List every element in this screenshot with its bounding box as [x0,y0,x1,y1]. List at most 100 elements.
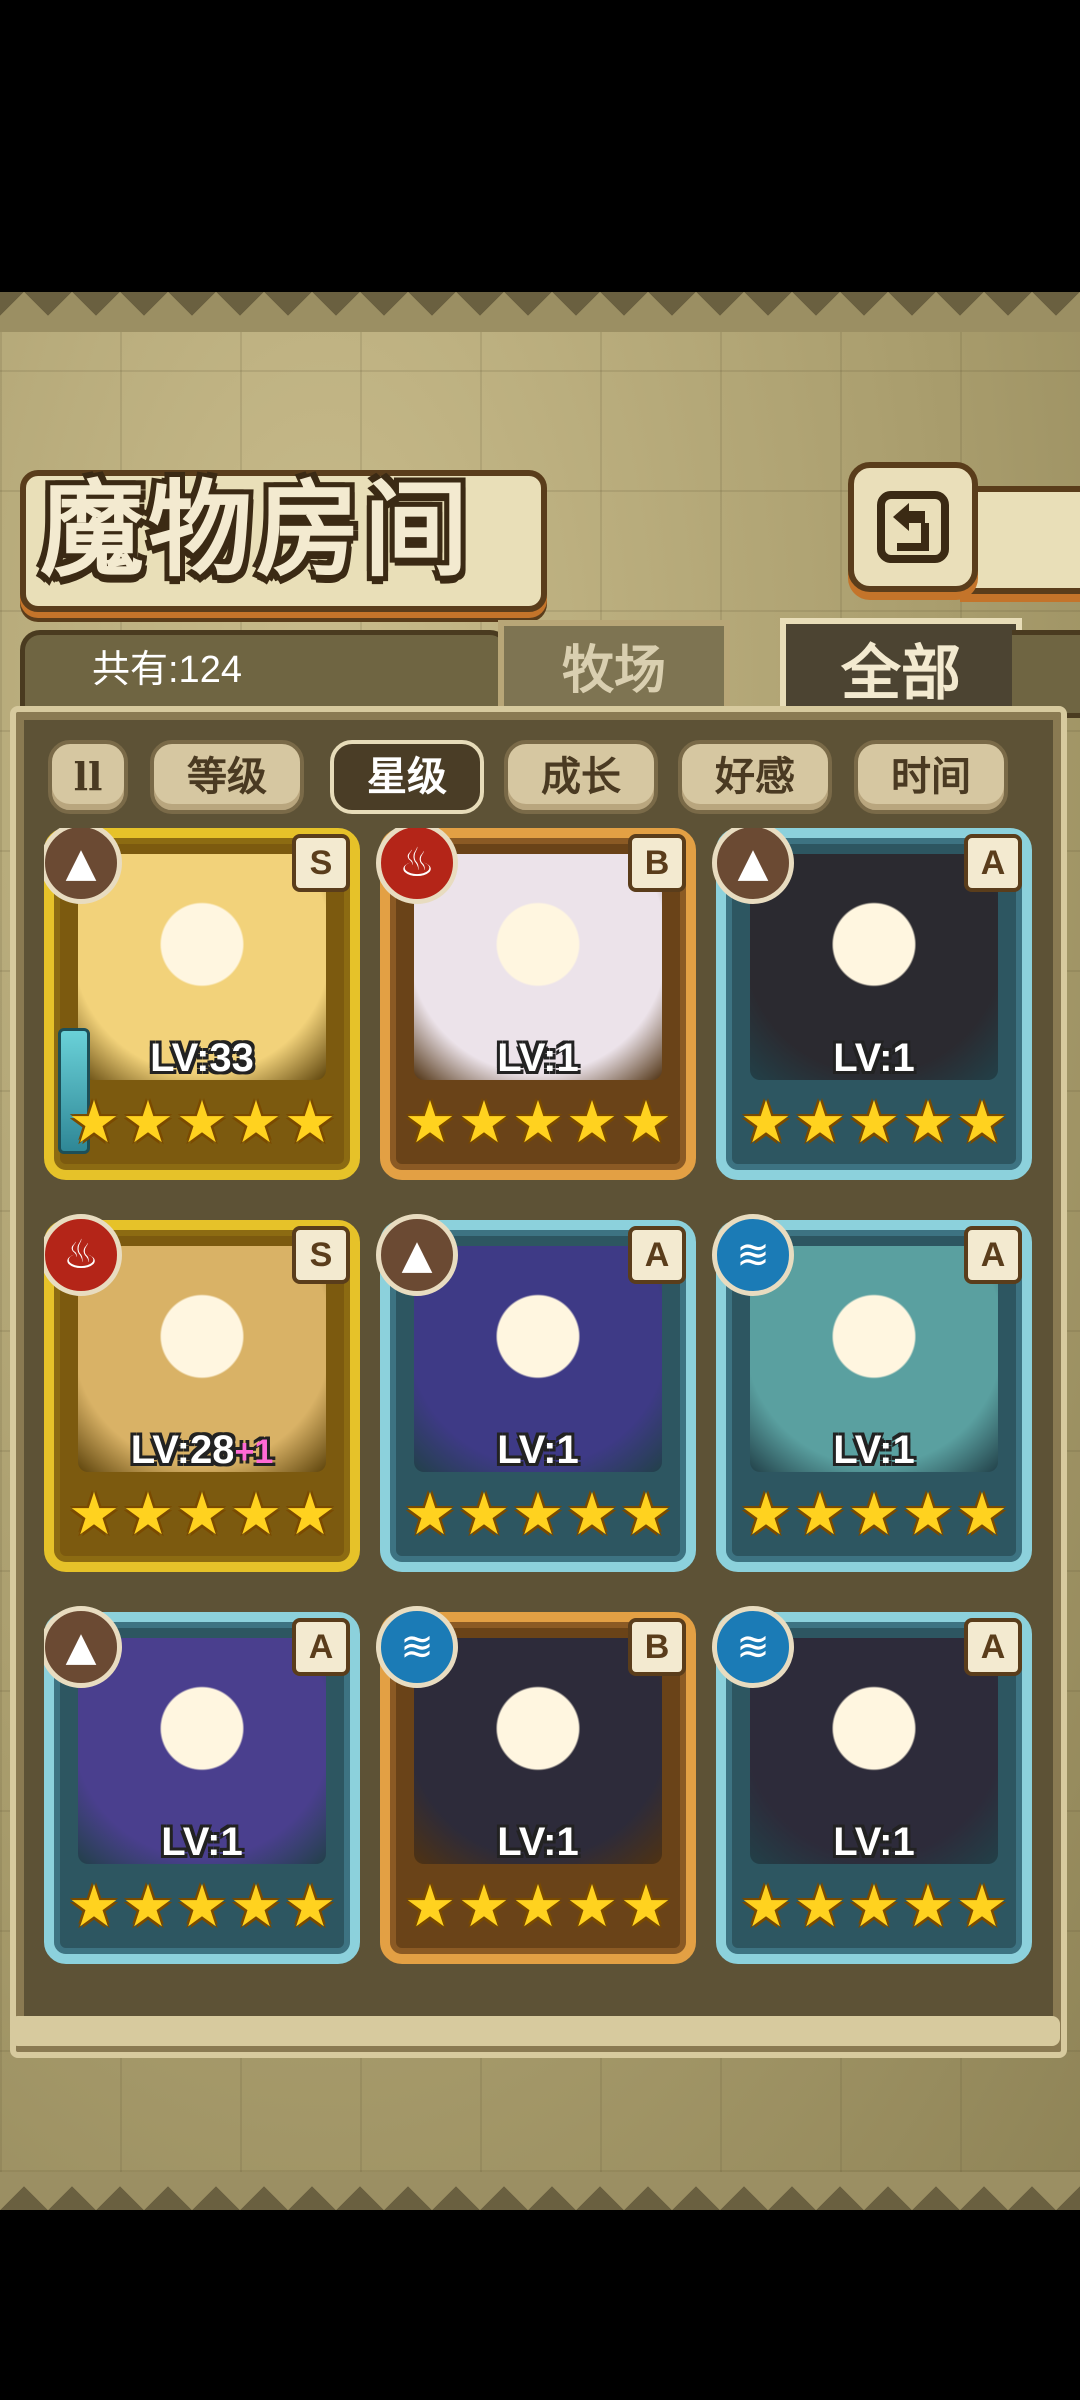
star-icon: ★ [122,1872,174,1940]
star-icon: ★ [512,1872,564,1940]
mountain-icon: ▲ [376,1214,458,1296]
monster-count: 共有:124 [92,649,242,691]
star-icon: ★ [620,1480,672,1548]
sort-order-icon: ll [73,754,103,799]
star-icon: ★ [512,1088,564,1156]
star-icon: ★ [284,1480,336,1548]
jagged-bottom-border [0,2162,1080,2210]
water-wave-icon: ≋ [712,1214,794,1296]
monster-card[interactable]: ▲ A LV:1 ★ ★ ★ ★ ★ [376,1214,696,1572]
star-icon: ★ [902,1480,954,1548]
star-icon: ★ [956,1480,1008,1548]
filter-bar: ll 等级 星级 成长 好感 时间 [48,740,1018,814]
star-icon: ★ [566,1088,618,1156]
star-icon: ★ [620,1088,672,1156]
filter-level[interactable]: 等级 [150,740,304,814]
monster-card[interactable]: ≋ B LV:1 ★ ★ ★ ★ ★ [376,1606,696,1964]
star-icon: ★ [902,1088,954,1156]
level-value: LV:1 [497,1820,579,1864]
level-label: LV:1 [44,1820,360,1865]
star-icon: ★ [230,1480,282,1548]
level-value: LV:1 [833,1428,915,1472]
level-value: LV:33 [150,1036,254,1080]
water-wave-icon: ≋ [376,1606,458,1688]
star-icon: ★ [404,1480,456,1548]
star-icon: ★ [902,1872,954,1940]
star-icon: ★ [404,1088,456,1156]
monster-card[interactable]: ♨ B LV:1 ★ ★ ★ ★ ★ [376,828,696,1180]
star-icon: ★ [512,1480,564,1548]
star-icon: ★ [68,1480,120,1548]
level-value: LV:28 [130,1428,235,1472]
level-label: LV:1 [716,1036,1032,1081]
star-icon: ★ [566,1480,618,1548]
rank-badge: S [292,834,350,892]
star-icon: ★ [794,1480,846,1548]
star-icon: ★ [848,1088,900,1156]
panel-bottom-rail [10,2016,1060,2046]
rank-badge: A [964,1618,1022,1676]
count-bar-right [1012,630,1080,718]
filter-star[interactable]: 星级 [330,740,484,814]
monster-card[interactable]: ♨ S LV:28+1 ★ ★ ★ ★ ★ [44,1214,360,1572]
star-icon: ★ [740,1088,792,1156]
monster-card[interactable]: ≋ A LV:1 ★ ★ ★ ★ ★ [712,1606,1032,1964]
star-icon: ★ [566,1872,618,1940]
star-icon: ★ [794,1088,846,1156]
level-value: LV:1 [161,1820,243,1864]
rank-badge: A [292,1618,350,1676]
level-label: LV:1 [716,1428,1032,1473]
monster-grid: ▲ S LV:33 ★ ★ ★ ★ ★ ♨ B LV:1 ★ ★ ★ ★ ★ ▲ A LV:1 ★ ★ ★ ★ ★ ♨ S LV:2… [44,828,1040,2008]
filter-growth[interactable]: 成长 [504,740,658,814]
star-icon: ★ [230,1872,282,1940]
star-icon: ★ [284,1088,336,1156]
star-icon: ★ [740,1872,792,1940]
return-arrow-icon [877,491,949,563]
star-icon: ★ [848,1480,900,1548]
star-icon: ★ [404,1872,456,1940]
star-rating: ★ ★ ★ ★ ★ [740,1480,1008,1548]
star-icon: ★ [230,1088,282,1156]
level-value: LV:1 [833,1036,915,1080]
star-icon: ★ [740,1480,792,1548]
back-button[interactable] [848,462,978,592]
star-rating: ★ ★ ★ ★ ★ [68,1088,336,1156]
level-value: LV:1 [497,1036,579,1080]
filter-affection[interactable]: 好感 [678,740,832,814]
rank-badge: B [628,1618,686,1676]
level-value: LV:1 [497,1428,579,1472]
level-bonus: +1 [234,1433,274,1471]
star-icon: ★ [176,1088,228,1156]
page-title: 魔物房间 [40,468,473,591]
star-icon: ★ [68,1872,120,1940]
rank-badge: A [964,1226,1022,1284]
star-icon: ★ [176,1480,228,1548]
star-icon: ★ [848,1872,900,1940]
tab-pasture[interactable]: 牧场 [498,620,730,716]
level-label: LV:1 [380,1820,696,1865]
rank-badge: A [628,1226,686,1284]
star-icon: ★ [458,1872,510,1940]
star-rating: ★ ★ ★ ★ ★ [404,1480,672,1548]
star-icon: ★ [458,1088,510,1156]
star-icon: ★ [620,1872,672,1940]
star-icon: ★ [284,1872,336,1940]
star-icon: ★ [458,1480,510,1548]
level-label: LV:1 [380,1428,696,1473]
star-icon: ★ [122,1480,174,1548]
monster-card[interactable]: ≋ A LV:1 ★ ★ ★ ★ ★ [712,1214,1032,1572]
monster-card[interactable]: ▲ A LV:1 ★ ★ ★ ★ ★ [44,1606,360,1964]
monster-card[interactable]: ▲ S LV:33 ★ ★ ★ ★ ★ [44,828,360,1180]
star-rating: ★ ★ ★ ★ ★ [404,1872,672,1940]
sort-order-button[interactable]: ll [48,740,128,814]
star-icon: ★ [176,1872,228,1940]
star-icon: ★ [122,1088,174,1156]
star-rating: ★ ★ ★ ★ ★ [404,1088,672,1156]
filter-time[interactable]: 时间 [854,740,1008,814]
back-button-strip [960,486,1080,594]
level-label: LV:28+1 [44,1428,360,1473]
jagged-top-border [0,292,1080,340]
monster-card[interactable]: ▲ A LV:1 ★ ★ ★ ★ ★ [712,828,1032,1180]
rank-badge: A [964,834,1022,892]
star-rating: ★ ★ ★ ★ ★ [68,1480,336,1548]
